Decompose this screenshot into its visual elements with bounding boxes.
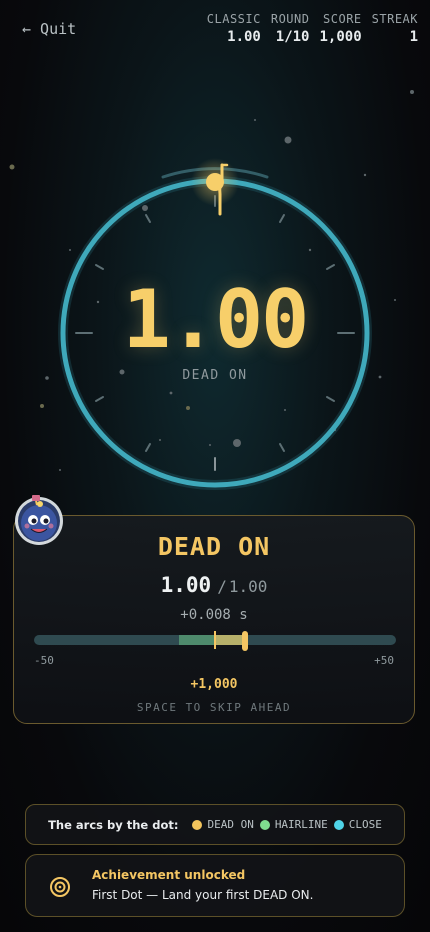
result-title: DEAD ON — [157, 532, 271, 561]
hit-marker — [242, 631, 248, 651]
skip-hint[interactable]: SPACE TO SKIP AHEAD — [14, 701, 414, 714]
accuracy-zones — [179, 631, 248, 651]
legend-item-close: CLOSE — [333, 818, 382, 831]
arc-legend: The arcs by the dot: DEAD ON HAIRLINE CL… — [25, 804, 405, 845]
hairline-zone — [179, 635, 219, 645]
achievement-title: Achievement unlocked — [92, 868, 246, 882]
achievement-description: First Dot — Land your first DEAD ON. — [92, 888, 314, 902]
timer-dial[interactable] — [0, 0, 430, 500]
scale-max: +50 — [374, 654, 394, 667]
scale-min: -50 — [34, 654, 54, 667]
legend-label-dead-on: DEAD ON — [207, 818, 254, 831]
legend-dot-hairline — [259, 819, 270, 830]
legend-title: The arcs by the dot: — [48, 817, 179, 832]
result-panel: DEAD ON 1.00/1.00 +0.008 s -50 +50 +1,00… — [13, 515, 415, 724]
dial-caption: DEAD ON — [182, 368, 248, 383]
result-score: 1.00/1.00 — [14, 573, 414, 597]
legend-label-hairline: HAIRLINE — [274, 818, 328, 831]
stopped-time: 1.00 — [160, 573, 212, 597]
mascot-avatar — [15, 495, 63, 545]
target-icon — [50, 877, 70, 897]
legend-dot-dead-on — [192, 819, 203, 830]
legend-item-hairline: HAIRLINE — [259, 818, 328, 831]
target-time: 1.00 — [228, 577, 268, 596]
time-delta: +0.008 s — [180, 607, 248, 623]
legend-label-close: CLOSE — [348, 818, 382, 831]
achievement-toast[interactable]: Achievement unlocked First Dot — Land yo… — [25, 854, 405, 917]
score-separator: / — [217, 577, 227, 596]
dial-value: 1.00 — [122, 273, 310, 366]
legend-item-dead-on: DEAD ON — [192, 818, 254, 831]
points-awarded: +1,000 — [190, 677, 238, 692]
legend-dot-close — [333, 819, 344, 830]
accuracy-track — [34, 630, 396, 652]
